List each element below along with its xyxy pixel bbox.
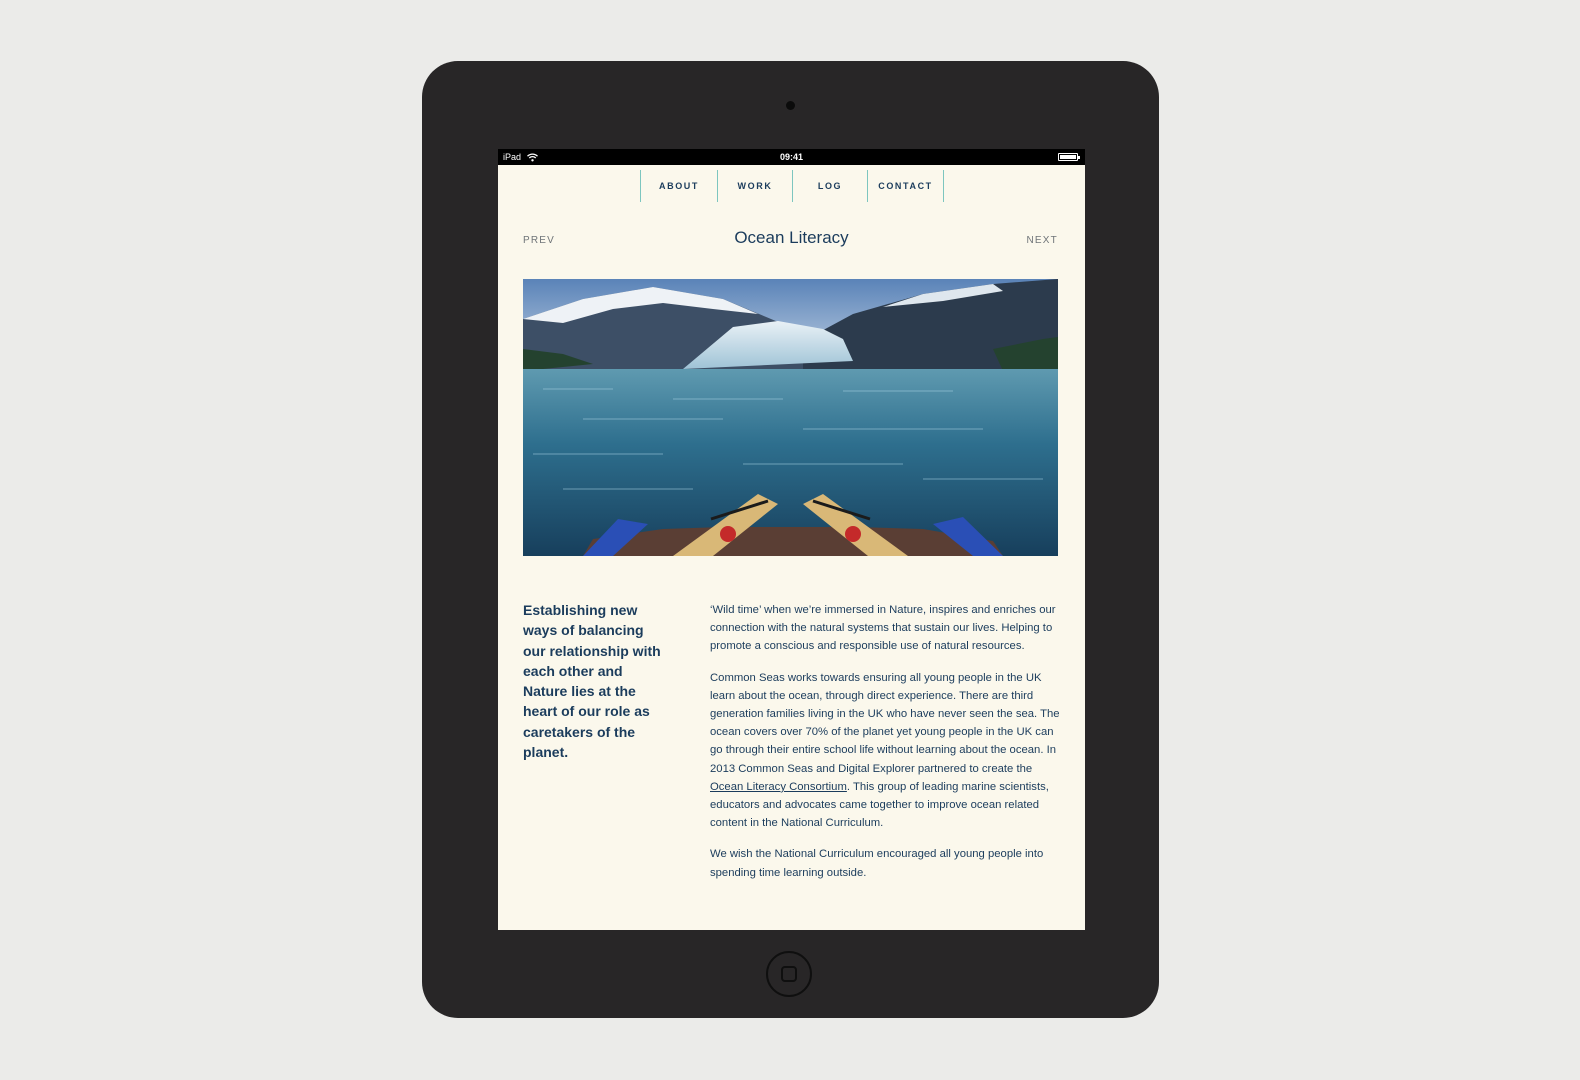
paragraph-3: We wish the National Curriculum encourag… (710, 848, 1044, 879)
page-title: Ocean Literacy (734, 228, 849, 247)
ocean-literacy-consortium-link[interactable]: Ocean Literacy Consortium (710, 781, 847, 793)
camera-icon (786, 101, 795, 110)
paragraph-1: ‘Wild time’ when we’re immersed in Natur… (710, 604, 1056, 653)
ipad-screen: iPad 09:41 ABOUT WORK LOG CONTACT PREV O… (498, 149, 1085, 930)
nav-item-log[interactable]: LOG (793, 170, 868, 202)
status-bar: iPad 09:41 (498, 149, 1085, 165)
intro-statement: Establishing new ways of balancing our r… (523, 602, 661, 761)
home-square-icon (781, 966, 797, 982)
home-button[interactable] (766, 951, 812, 997)
nav-item-work[interactable]: WORK (718, 170, 793, 202)
hero-image (523, 279, 1058, 556)
status-time: 09:41 (779, 152, 804, 162)
main-nav: ABOUT WORK LOG CONTACT (640, 170, 944, 202)
nav-item-contact[interactable]: CONTACT (868, 170, 944, 202)
paragraph-2-text-before: Common Seas works towards ensuring all y… (710, 671, 1060, 775)
next-link[interactable]: NEXT (1027, 235, 1058, 246)
nav-item-about[interactable]: ABOUT (641, 170, 718, 202)
paragraph-2: Common Seas works towards ensuring all y… (710, 669, 1060, 833)
body-text: ‘Wild time’ when we’re immersed in Natur… (710, 601, 1060, 895)
battery-icon (1058, 153, 1080, 161)
